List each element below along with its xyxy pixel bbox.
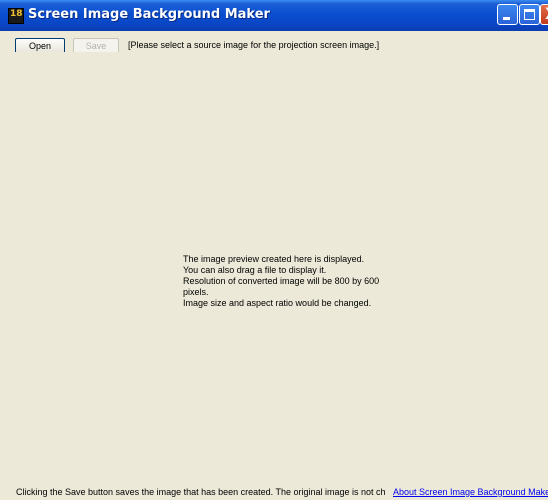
minimize-button[interactable] [497,4,518,25]
maximize-button[interactable] [519,4,540,25]
preview-line: You can also drag a file to display it. [183,265,327,275]
footer-info-text: Clicking the Save button saves the image… [16,487,386,497]
close-button[interactable]: X [540,4,548,25]
preview-line: pixels. [183,287,209,297]
status-message: [Please select a source image for the pr… [128,40,380,50]
app-icon-text: 18 [10,9,23,19]
preview-line: Image size and aspect ratio would be cha… [183,298,372,308]
title-bar[interactable]: 18 Screen Image Background Maker X [0,0,548,31]
about-link[interactable]: About Screen Image Background Maker [393,487,548,497]
preview-instructions: The image preview created here is displa… [183,254,398,309]
app-window: 18 Screen Image Background Maker X Open … [0,0,548,500]
preview-line: Resolution of converted image will be 80… [183,276,380,286]
window-title: Screen Image Background Maker [28,7,270,22]
preview-line: The image preview created here is displa… [183,254,365,264]
app-icon[interactable]: 18 [8,8,24,24]
